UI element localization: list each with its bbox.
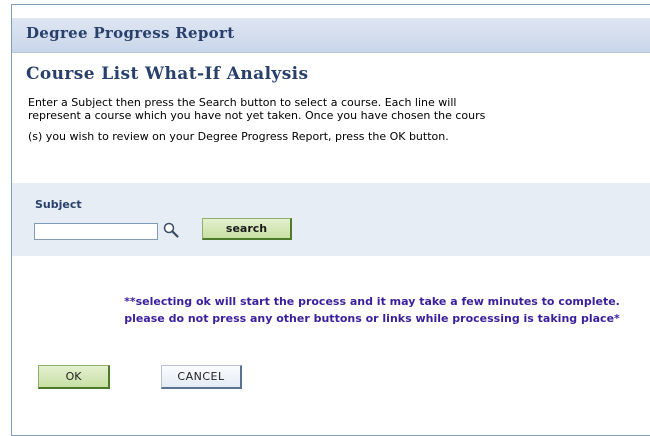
search-button[interactable]: search — [202, 218, 292, 240]
ok-button[interactable]: OK — [38, 365, 110, 389]
instructions-line: represent a course which you have not ye… — [28, 109, 486, 122]
cancel-button[interactable]: CANCEL — [161, 365, 242, 389]
warning-line: please do not press any other buttons or… — [124, 312, 620, 325]
magnifier-lookup-icon[interactable] — [162, 221, 180, 239]
page-frame: Degree Progress Report Course List What-… — [11, 4, 650, 436]
processing-warning: **selecting ok will start the process an… — [52, 293, 650, 327]
warning-line: **selecting ok will start the process an… — [124, 295, 620, 308]
page-header-title: Degree Progress Report — [26, 24, 235, 42]
instructions-text: Enter a Subject then press the Search bu… — [28, 96, 650, 143]
subject-label: Subject — [35, 198, 82, 211]
subject-panel — [12, 183, 650, 256]
instructions-line: Enter a Subject then press the Search bu… — [28, 96, 457, 109]
section-title: Course List What-If Analysis — [26, 64, 309, 84]
instructions-line: (s) you wish to review on your Degree Pr… — [28, 130, 449, 143]
subject-input[interactable] — [34, 223, 158, 240]
